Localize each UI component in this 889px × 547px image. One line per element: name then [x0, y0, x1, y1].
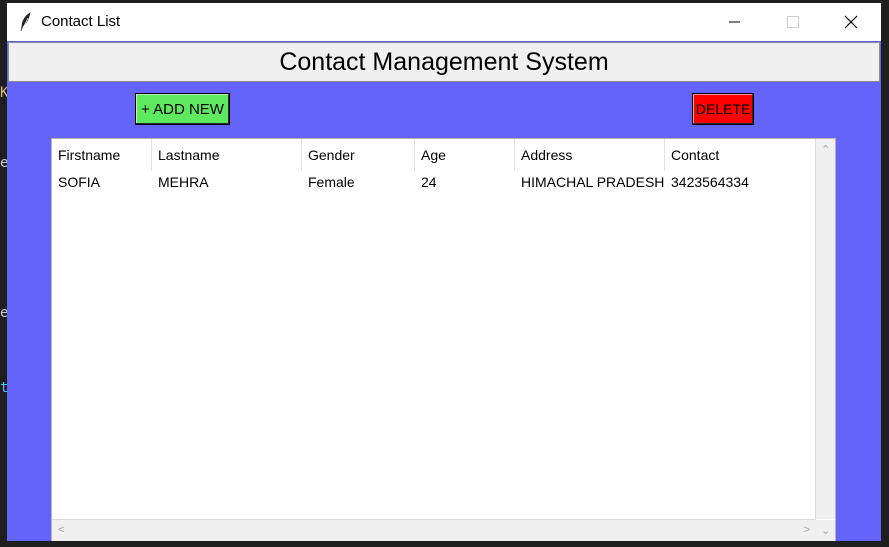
vertical-scrollbar[interactable]: ⌃: [815, 139, 835, 519]
column-header-firstname[interactable]: Firstname: [52, 139, 152, 171]
page-title: Contact Management System: [8, 42, 880, 82]
cell-lastname: MEHRA: [158, 174, 209, 190]
contacts-table[interactable]: Firstname Lastname Gender Age Address Co…: [51, 138, 836, 541]
scroll-left-icon[interactable]: <: [58, 524, 64, 536]
minimize-icon: [729, 21, 740, 23]
scroll-up-icon[interactable]: ⌃: [821, 143, 830, 156]
cell-gender: Female: [308, 174, 355, 190]
close-icon: [844, 15, 858, 29]
cell-address: HIMACHAL PRADESH: [521, 174, 665, 190]
scrollbar-corner: ⌄: [816, 520, 835, 541]
maximize-button[interactable]: [764, 3, 822, 41]
add-new-button[interactable]: + ADD NEW: [135, 93, 230, 125]
column-header-contact[interactable]: Contact: [665, 139, 765, 171]
column-header-gender[interactable]: Gender: [302, 139, 415, 171]
feather-icon: [20, 12, 31, 32]
cell-firstname: SOFIA: [58, 174, 101, 190]
scroll-down-icon[interactable]: ⌄: [821, 524, 830, 537]
table-row[interactable]: SOFIA MEHRA Female 24 HIMACHAL PRADESH 3…: [52, 171, 765, 193]
cell-age: 24: [421, 174, 437, 190]
column-header-lastname[interactable]: Lastname: [152, 139, 302, 171]
title-bar: Contact List: [7, 3, 881, 41]
minimize-button[interactable]: [706, 3, 764, 41]
contact-list-window: Contact List Contact Management System +…: [7, 3, 881, 541]
horizontal-scrollbar[interactable]: < >: [52, 519, 816, 541]
window-title: Contact List: [41, 13, 121, 30]
close-button[interactable]: [822, 3, 880, 41]
maximize-icon: [787, 16, 799, 28]
scroll-right-icon[interactable]: >: [804, 524, 810, 536]
column-header-age[interactable]: Age: [415, 139, 515, 171]
column-header-address[interactable]: Address: [515, 139, 665, 171]
delete-button[interactable]: DELETE: [692, 93, 754, 125]
cell-contact: 3423564334: [671, 174, 749, 190]
table-header: Firstname Lastname Gender Age Address Co…: [52, 139, 765, 171]
